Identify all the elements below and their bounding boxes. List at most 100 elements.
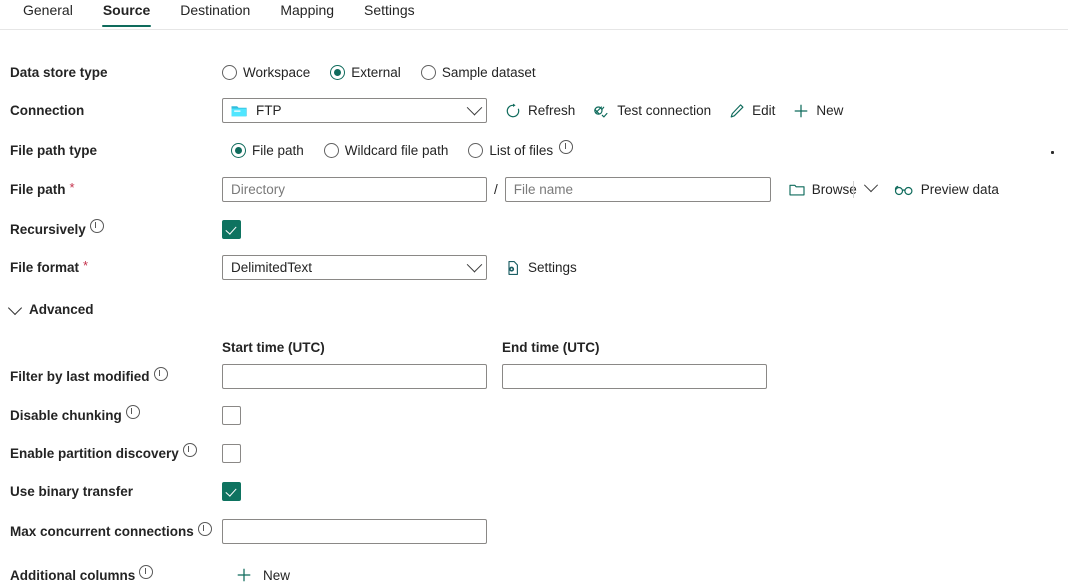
label-text: Additional columns <box>10 567 136 583</box>
enable-partition-discovery-checkbox[interactable] <box>222 443 241 463</box>
preview-data-label: Preview data <box>920 182 999 197</box>
tab-general[interactable]: General <box>8 0 88 27</box>
label-text: File path type <box>10 142 98 158</box>
advanced-expander[interactable]: Advanced <box>0 300 1068 317</box>
required-marker: * <box>83 258 89 273</box>
end-time-input[interactable] <box>502 364 767 389</box>
row-recursively: Recursively <box>0 217 1068 241</box>
label-text: Data store type <box>10 64 108 80</box>
row-max-concurrent-connections: Max concurrent connections <box>0 519 1068 544</box>
radio-label: Wildcard file path <box>344 142 449 158</box>
radio-icon <box>222 64 237 80</box>
radio-option-wildcard-file-path[interactable]: Wildcard file path <box>323 142 449 158</box>
use-binary-transfer-checkbox[interactable] <box>222 481 241 501</box>
radio-selected-icon <box>330 64 346 80</box>
row-filter-by-last-modified: Filter by last modified <box>0 364 1068 389</box>
recursively-checkbox[interactable] <box>222 219 241 239</box>
enable-partition-discovery-field <box>222 443 241 463</box>
radio-label: Sample dataset <box>441 64 536 80</box>
label-disable-chunking: Disable chunking <box>0 405 222 423</box>
radio-option-workspace[interactable]: Workspace <box>222 64 311 80</box>
file-format-settings-button[interactable]: Settings <box>505 260 577 276</box>
file-name-input[interactable]: File name <box>504 177 771 202</box>
radio-selected-icon <box>231 142 246 158</box>
browse-label: Browse <box>811 182 857 197</box>
source-form: Data store type Workspace External Sampl… <box>0 30 1068 587</box>
info-icon[interactable] <box>89 219 104 233</box>
refresh-button[interactable]: Refresh <box>505 103 575 119</box>
info-icon[interactable] <box>182 443 197 457</box>
add-additional-column-button[interactable]: New <box>236 567 290 583</box>
start-time-label: Start time (UTC) <box>222 339 325 355</box>
radio-option-file-path[interactable]: File path <box>231 142 304 158</box>
row-time-sublabels: Start time (UTC) End time (UTC) <box>0 335 1068 359</box>
row-data-store-type: Data store type Workspace External Sampl… <box>0 60 1068 84</box>
tab-destination[interactable]: Destination <box>165 0 265 27</box>
label-file-path-type: File path type <box>0 143 222 158</box>
disable-chunking-checkbox[interactable] <box>222 405 241 425</box>
filter-by-last-modified-field <box>222 364 767 389</box>
chevron-down-icon <box>466 256 483 273</box>
refresh-label: Refresh <box>528 103 576 118</box>
edit-label: Edit <box>752 103 776 118</box>
info-icon[interactable] <box>139 565 154 579</box>
ftp-folder-icon <box>231 105 247 116</box>
tab-mapping[interactable]: Mapping <box>265 0 349 27</box>
label-text: File path <box>10 182 66 197</box>
file-path-type-radio-group: File path Wildcard file path List of fil… <box>231 140 593 158</box>
scroll-marker <box>1051 151 1054 154</box>
end-time-label: End time (UTC) <box>502 339 600 355</box>
path-separator: / <box>494 182 498 197</box>
radio-icon <box>468 142 484 158</box>
edit-button[interactable]: Edit <box>729 103 775 119</box>
radio-label: List of files <box>489 142 554 158</box>
info-icon[interactable] <box>125 405 140 419</box>
radio-option-sample-dataset[interactable]: Sample dataset <box>420 64 536 80</box>
file-name-placeholder: File name <box>513 182 574 197</box>
tab-source[interactable]: Source <box>88 0 165 27</box>
label-additional-columns: Additional columns <box>0 565 222 583</box>
file-settings-icon <box>508 260 518 275</box>
required-marker: * <box>69 180 75 195</box>
radio-label: Workspace <box>243 64 311 80</box>
glasses-icon <box>894 185 913 195</box>
pencil-icon <box>730 103 744 117</box>
info-icon[interactable] <box>559 140 574 154</box>
file-format-dropdown[interactable]: DelimitedText <box>222 255 487 280</box>
tab-settings[interactable]: Settings <box>349 0 430 27</box>
label-use-binary-transfer: Use binary transfer <box>0 484 222 499</box>
plug-check-icon <box>594 105 608 117</box>
row-disable-chunking: Disable chunking <box>0 403 1068 427</box>
radio-icon <box>323 142 339 158</box>
label-filter-by-last-modified: Filter by last modified <box>0 366 222 384</box>
start-time-input[interactable] <box>222 364 487 389</box>
browse-dropdown-button[interactable] <box>863 178 878 196</box>
new-connection-button[interactable]: New <box>793 103 843 119</box>
row-use-binary-transfer: Use binary transfer <box>0 479 1068 503</box>
info-icon[interactable] <box>153 366 168 381</box>
file-format-commands: Settings <box>505 260 595 276</box>
tab-bar: General Source Destination Mapping Setti… <box>0 0 1068 30</box>
label-enable-partition-discovery: Enable partition discovery <box>0 443 222 461</box>
row-file-path-type: File path type File path Wildcard file p… <box>0 138 1068 162</box>
chevron-down-icon <box>466 99 483 116</box>
label-text: Enable partition discovery <box>10 445 179 461</box>
plus-icon <box>237 568 251 582</box>
test-connection-button[interactable]: Test connection <box>593 103 711 119</box>
info-icon[interactable] <box>197 521 212 536</box>
file-format-field: DelimitedText Settings <box>222 255 595 280</box>
max-concurrent-connections-input[interactable] <box>222 519 487 544</box>
radio-icon <box>420 64 436 80</box>
advanced-label: Advanced <box>29 302 94 317</box>
radio-option-external[interactable]: External <box>330 64 401 80</box>
max-concurrent-connections-field <box>222 519 487 544</box>
browse-button[interactable]: Browse <box>789 182 857 197</box>
refresh-icon <box>506 103 520 117</box>
browse-split-divider <box>852 181 854 198</box>
file-format-settings-label: Settings <box>528 260 577 275</box>
directory-input[interactable]: Directory <box>222 177 487 202</box>
plus-icon <box>794 104 808 117</box>
radio-option-list-of-files[interactable]: List of files <box>468 140 574 158</box>
connection-dropdown[interactable]: FTP <box>222 98 487 123</box>
preview-data-button[interactable]: Preview data <box>894 182 999 197</box>
